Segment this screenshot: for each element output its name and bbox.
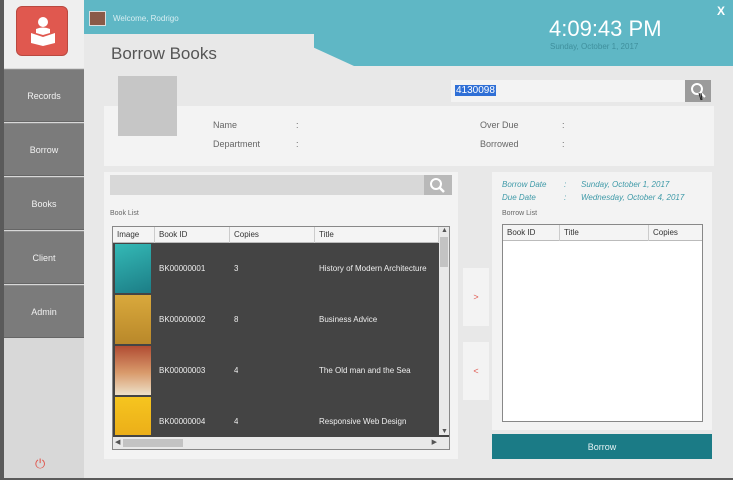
sidebar-item-label: Client <box>32 252 56 263</box>
borrow-table-header: Book ID Title Copies <box>503 225 702 241</box>
overdue-label: Over Due <box>480 120 519 130</box>
book-id-cell: BK00000001 <box>159 264 206 273</box>
book-list-title: Book List <box>110 210 139 217</box>
department-label: Department <box>213 139 261 149</box>
table-row[interactable]: BK00000004 4 Responsive Web Design <box>113 396 439 435</box>
remove-from-borrow-button[interactable]: < <box>463 342 489 400</box>
client-info-panel: Name : Department : Over Due : Borrowed … <box>104 106 714 166</box>
horizontal-scrollbar[interactable]: ◀ ▶ <box>113 437 449 449</box>
copies-cell: 3 <box>234 264 239 273</box>
overdue-colon: : <box>562 120 565 130</box>
client-id-search[interactable]: 4130098 <box>451 80 711 102</box>
book-search-input[interactable] <box>110 175 452 195</box>
sidebar-item-admin[interactable]: Admin <box>4 285 84 338</box>
client-id-input[interactable]: 4130098 <box>455 85 496 96</box>
due-date-label: Due Date <box>502 193 536 202</box>
col-copies[interactable]: Copies <box>649 225 702 241</box>
sidebar-item-label: Borrow <box>29 144 59 155</box>
sidebar-item-client[interactable]: Client <box>4 231 84 284</box>
book-cover-image <box>115 244 151 293</box>
reader-icon <box>31 17 55 46</box>
scroll-down-icon[interactable]: ▼ <box>441 428 448 435</box>
title-cell: Business Advice <box>319 315 378 324</box>
due-date-value: Wednesday, October 4, 2017 <box>581 193 685 202</box>
table-row[interactable]: BK00000002 8 Business Advice <box>113 294 439 345</box>
sidebar-item-books[interactable]: Books <box>4 177 84 230</box>
book-id-cell: BK00000004 <box>159 417 206 426</box>
client-photo <box>118 76 177 136</box>
vertical-scroll-thumb[interactable] <box>440 237 448 267</box>
sidebar-item-borrow[interactable]: Borrow <box>4 123 84 176</box>
sidebar: Records Borrow Books Client Admin ⏻ <box>4 0 84 478</box>
scroll-left-icon[interactable]: ◀ <box>115 438 120 446</box>
department-colon: : <box>296 139 299 149</box>
borrow-date-value: Sunday, October 1, 2017 <box>581 180 670 189</box>
title-tab-slant <box>284 34 354 66</box>
name-colon: : <box>296 120 299 130</box>
power-icon[interactable]: ⏻ <box>35 456 45 472</box>
col-image[interactable]: Image <box>113 227 155 243</box>
borrow-list-title: Borrow List <box>502 210 538 217</box>
page-title: Borrow Books <box>111 44 217 63</box>
borrow-table[interactable]: Book ID Title Copies <box>502 224 703 422</box>
sidebar-item-label: Records <box>27 90 61 101</box>
title-cell: History of Modern Architecture <box>319 264 427 273</box>
book-id-cell: BK00000003 <box>159 366 206 375</box>
sidebar-item-label: Books <box>31 198 57 209</box>
col-copies[interactable]: Copies <box>230 227 315 243</box>
main-window: Records Borrow Books Client Admin ⏻ Welc… <box>4 0 733 478</box>
book-table[interactable]: Image Book ID Copies Title BK00000001 3 … <box>112 226 450 450</box>
table-row[interactable]: BK00000001 3 History of Modern Architect… <box>113 243 439 294</box>
title-cell: The Old man and the Sea <box>319 366 411 375</box>
header-bar: Welcome, Rodrigo Borrow Books 4:09:43 PM… <box>84 0 733 66</box>
borrowed-label: Borrowed <box>480 139 519 149</box>
add-to-borrow-button[interactable]: > <box>463 268 489 326</box>
name-label: Name <box>213 120 238 130</box>
close-button[interactable]: X <box>717 4 725 18</box>
sidebar-item-records[interactable]: Records <box>4 69 84 122</box>
borrow-date-label: Borrow Date <box>502 180 547 189</box>
copies-cell: 4 <box>234 417 239 426</box>
book-search-button[interactable] <box>424 175 452 195</box>
clock-time: 4:09:43 PM <box>549 16 662 41</box>
copies-cell: 4 <box>234 366 239 375</box>
copies-cell: 8 <box>234 315 239 324</box>
sidebar-item-label: Admin <box>31 306 57 317</box>
book-cover-image <box>115 346 151 395</box>
clock-date: Sunday, October 1, 2017 <box>550 42 639 51</box>
table-row[interactable]: BK00000003 4 The Old man and the Sea <box>113 345 439 396</box>
title-cell: Responsive Web Design <box>319 417 407 426</box>
col-book-id[interactable]: Book ID <box>155 227 230 243</box>
logo-area <box>4 0 84 68</box>
scroll-up-icon[interactable]: ▲ <box>441 227 448 234</box>
book-id-cell: BK00000002 <box>159 315 206 324</box>
search-icon <box>430 178 445 193</box>
avatar <box>89 11 106 26</box>
user-search-icon <box>691 83 706 101</box>
client-search-button[interactable] <box>685 80 711 102</box>
book-cover-image <box>115 397 151 435</box>
due-date-colon: : <box>564 193 567 202</box>
table-header: Image Book ID Copies Title <box>113 227 439 243</box>
vertical-scrollbar[interactable]: ▲ ▼ <box>439 227 449 435</box>
book-cover-image <box>115 295 151 344</box>
borrow-button[interactable]: Borrow <box>492 434 712 459</box>
welcome-text: Welcome, Rodrigo <box>113 14 179 23</box>
scroll-right-icon[interactable]: ▶ <box>432 438 437 446</box>
horizontal-scroll-thumb[interactable] <box>123 439 183 447</box>
col-book-id[interactable]: Book ID <box>503 225 560 241</box>
borrowed-colon: : <box>562 139 565 149</box>
col-title[interactable]: Title <box>315 227 439 243</box>
borrow-date-colon: : <box>564 180 567 189</box>
library-logo <box>16 6 68 56</box>
col-title[interactable]: Title <box>560 225 649 241</box>
